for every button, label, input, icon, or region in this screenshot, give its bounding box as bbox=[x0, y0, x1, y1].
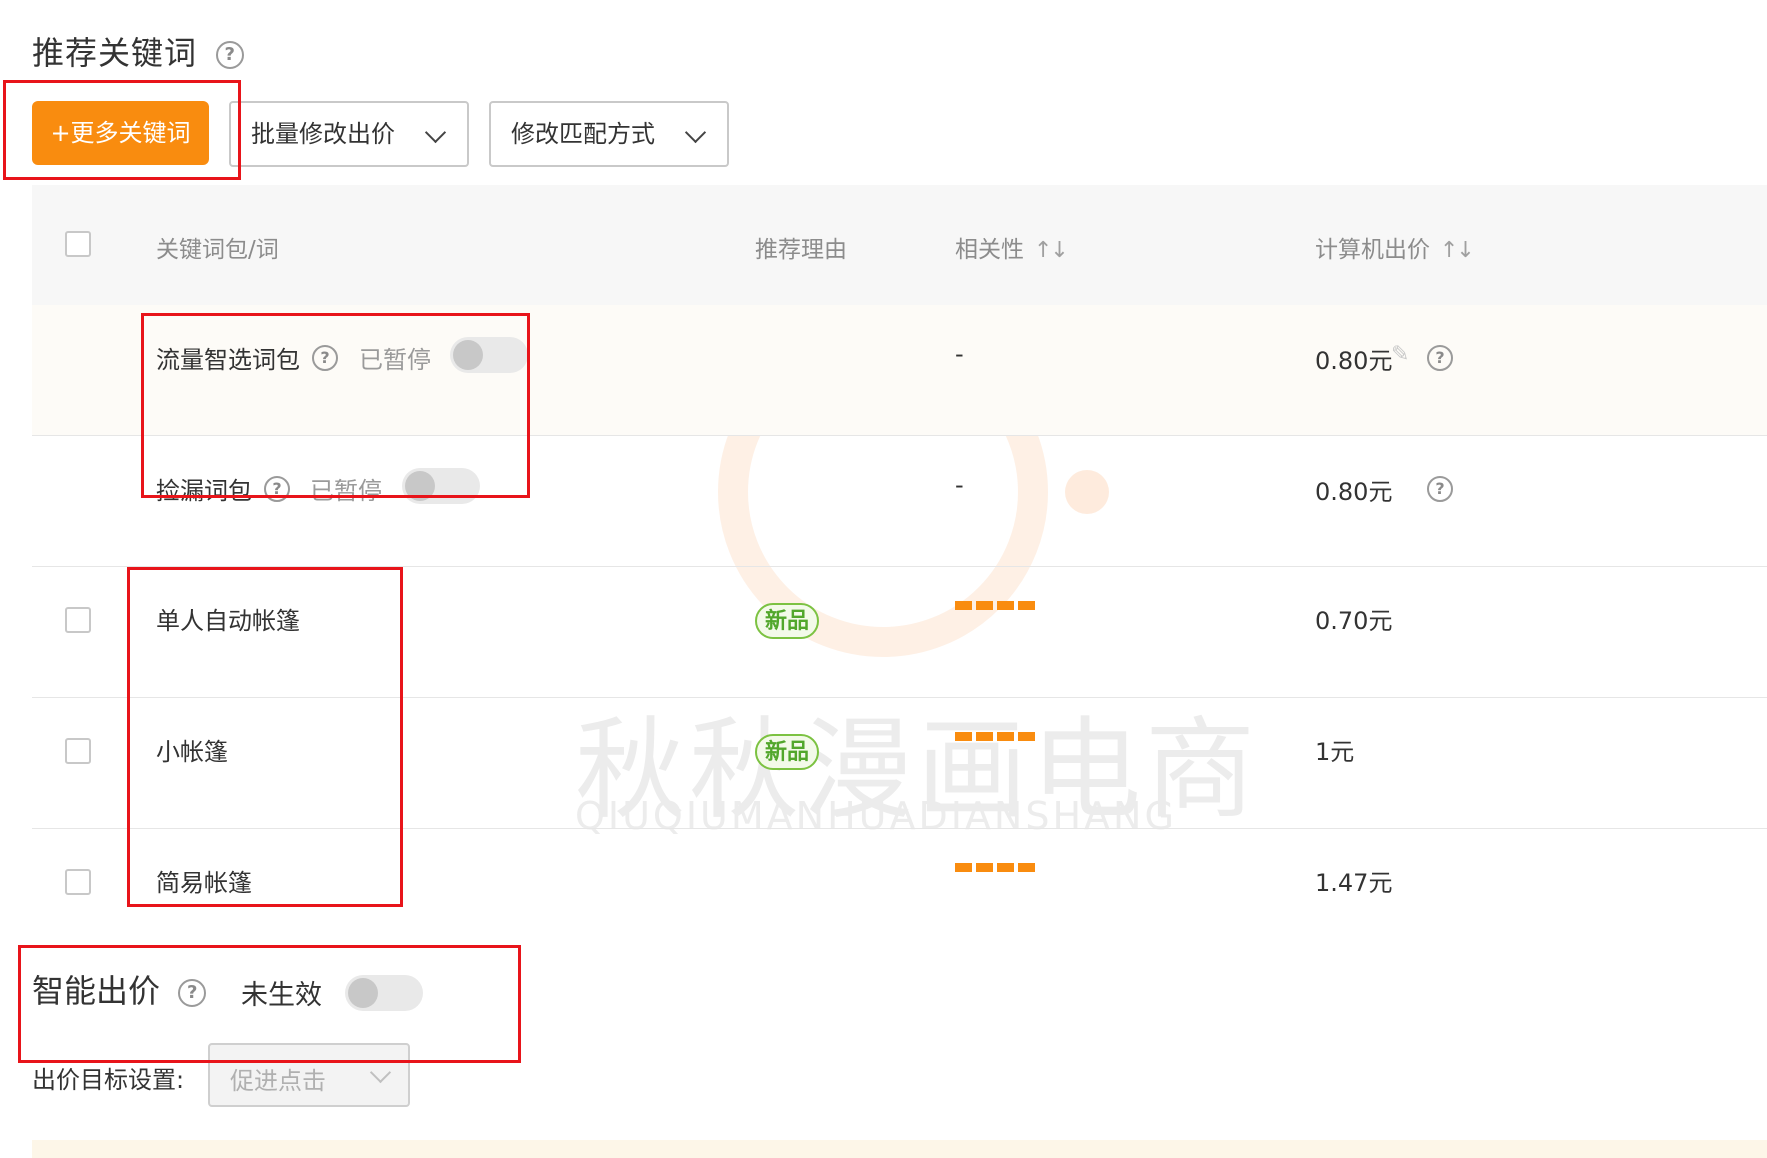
section-title: 推荐关键词 ? bbox=[32, 28, 245, 74]
section-title-text: 推荐关键词 bbox=[32, 34, 198, 72]
annotation-box bbox=[3, 80, 241, 180]
pencil-icon[interactable]: ✎ bbox=[1391, 342, 1409, 367]
sort-icon[interactable]: ↑↓ bbox=[1440, 238, 1475, 263]
relevance-bar bbox=[1018, 732, 1035, 741]
batch-bid-label: 批量修改出价 bbox=[251, 120, 395, 148]
annotation-box bbox=[127, 567, 403, 907]
new-product-badge: 新品 bbox=[755, 734, 819, 770]
chevron-down-icon bbox=[684, 121, 707, 144]
bid-value: 0.70元 bbox=[1315, 607, 1393, 635]
annotation-box bbox=[141, 313, 530, 498]
relevance-bar bbox=[997, 732, 1014, 741]
bid-goal-label: 出价目标设置: bbox=[32, 1066, 185, 1094]
bottom-notice-bar bbox=[32, 1140, 1767, 1158]
annotation-box bbox=[18, 945, 521, 1063]
relevance-bar bbox=[976, 732, 993, 741]
bid-value: 0.80元 bbox=[1315, 347, 1393, 375]
header-pc-bid-label: 计算机出价 bbox=[1315, 237, 1430, 263]
header-pc-bid[interactable]: 计算机出价 ↑↓ bbox=[1315, 230, 1475, 264]
relevance-bar bbox=[997, 601, 1014, 610]
relevance-bar bbox=[1018, 601, 1035, 610]
relevance-bar bbox=[997, 863, 1014, 872]
row-checkbox[interactable] bbox=[65, 869, 91, 895]
table-header: 关键词包/词 推荐理由 相关性 ↑↓ 计算机出价 ↑↓ bbox=[32, 185, 1767, 305]
header-keyword: 关键词包/词 bbox=[156, 237, 279, 263]
relevance-bar bbox=[955, 601, 972, 610]
header-relevance[interactable]: 相关性 ↑↓ bbox=[955, 230, 1069, 264]
match-mode-dropdown[interactable]: 修改匹配方式 bbox=[489, 101, 729, 167]
help-icon[interactable]: ? bbox=[1427, 476, 1453, 502]
relevance-bar bbox=[976, 601, 993, 610]
help-icon[interactable]: ? bbox=[216, 41, 245, 69]
row-checkbox[interactable] bbox=[65, 607, 91, 633]
chevron-down-icon bbox=[369, 1061, 392, 1084]
match-mode-label: 修改匹配方式 bbox=[511, 120, 655, 148]
relevance-bars bbox=[955, 601, 1035, 610]
bid-value: 0.80元 bbox=[1315, 478, 1393, 506]
relevance-bar bbox=[976, 863, 993, 872]
row-checkbox[interactable] bbox=[65, 738, 91, 764]
sort-icon[interactable]: ↑↓ bbox=[1034, 238, 1069, 263]
bid-value: 1元 bbox=[1315, 738, 1355, 766]
header-relevance-label: 相关性 bbox=[955, 237, 1024, 263]
bid-value: 1.47元 bbox=[1315, 869, 1393, 897]
select-all-checkbox[interactable] bbox=[65, 231, 91, 257]
batch-bid-dropdown[interactable]: 批量修改出价 bbox=[229, 101, 469, 167]
header-reason: 推荐理由 bbox=[755, 237, 847, 263]
help-icon[interactable]: ? bbox=[1427, 345, 1453, 371]
relevance-bars bbox=[955, 732, 1035, 741]
relevance-bar bbox=[1018, 863, 1035, 872]
new-product-badge: 新品 bbox=[755, 603, 819, 639]
relevance-bar bbox=[955, 863, 972, 872]
relevance-bar bbox=[955, 732, 972, 741]
relevance-value: - bbox=[955, 340, 964, 368]
bid-goal-value: 促进点击 bbox=[230, 1067, 326, 1095]
relevance-value: - bbox=[955, 471, 964, 499]
relevance-bars bbox=[955, 863, 1035, 872]
chevron-down-icon bbox=[424, 121, 447, 144]
